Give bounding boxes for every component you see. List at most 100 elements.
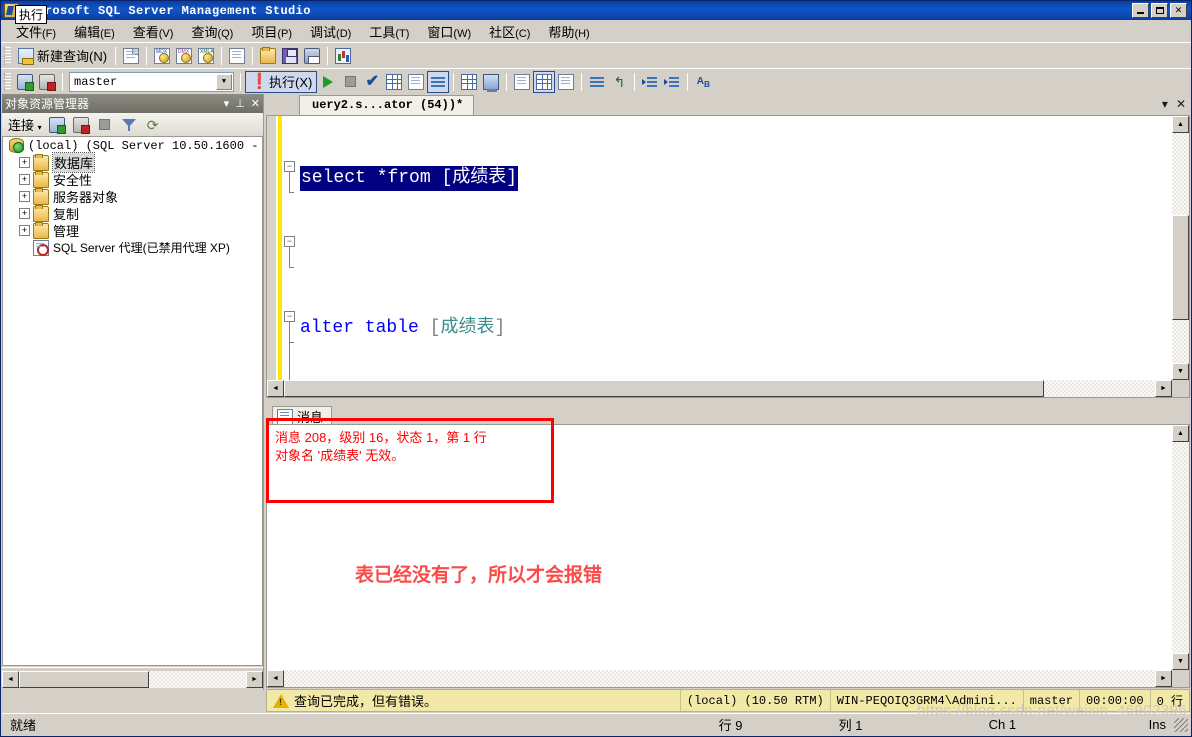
new-dmx-query-button[interactable]: DMX: [173, 45, 195, 67]
sql-code-content[interactable]: select *from [成绩表] alter table [成绩表] add…: [300, 116, 1172, 380]
close-icon[interactable]: ✕: [251, 97, 260, 110]
tree-node-sql-server-agent[interactable]: SQL Server 代理(已禁用代理 XP): [3, 239, 262, 256]
expander-icon[interactable]: +: [19, 174, 30, 185]
menu-edit[interactable]: 编辑(E): [65, 20, 124, 43]
tree-node-server-objects[interactable]: + 服务器对象: [3, 187, 262, 205]
scroll-up-button[interactable]: ▲: [1172, 116, 1189, 133]
chevron-down-icon[interactable]: ▾: [1162, 97, 1168, 111]
results-to-text-alt-button[interactable]: [511, 71, 533, 93]
comment-lines-button[interactable]: [586, 71, 608, 93]
results-to-file-button[interactable]: [555, 71, 577, 93]
new-file-button[interactable]: [226, 45, 248, 67]
tree-node-databases[interactable]: + 数据库: [3, 152, 262, 173]
tree-node-replication[interactable]: + 复制: [3, 204, 262, 222]
tree-node-security[interactable]: + 安全性: [3, 170, 262, 188]
fold-toggle-icon[interactable]: −: [284, 311, 295, 322]
expander-icon[interactable]: +: [19, 191, 30, 202]
scroll-right-button[interactable]: ►: [1155, 670, 1172, 687]
disconnect-db-button[interactable]: [70, 114, 92, 136]
tree-node-management[interactable]: + 管理: [3, 221, 262, 239]
menu-help[interactable]: 帮助(H): [539, 20, 598, 43]
expander-icon[interactable]: +: [19, 208, 30, 219]
scroll-down-button[interactable]: ▼: [1172, 363, 1189, 380]
scroll-track[interactable]: [1172, 133, 1189, 363]
scroll-up-button[interactable]: ▲: [1172, 425, 1189, 442]
tab-messages[interactable]: 消息: [272, 406, 333, 425]
include-actual-plan-button[interactable]: [458, 71, 480, 93]
scroll-left-button[interactable]: ◄: [267, 380, 284, 397]
menu-window[interactable]: 窗口(W): [418, 20, 480, 43]
query-options-button[interactable]: [405, 71, 427, 93]
open-file-button[interactable]: [257, 45, 279, 67]
chevron-down-icon[interactable]: ▼: [216, 73, 232, 90]
menu-view[interactable]: 查看(V): [124, 20, 183, 43]
scroll-right-button[interactable]: ►: [246, 670, 263, 688]
scroll-left-button[interactable]: ◄: [2, 670, 19, 688]
tree-node-server[interactable]: (local) (SQL Server 10.50.1600 - WIN-P: [3, 137, 262, 154]
database-combo[interactable]: master ▼: [69, 71, 234, 92]
fold-toggle-icon[interactable]: −: [284, 236, 295, 247]
results-to-grid-button[interactable]: [533, 70, 556, 93]
connect-button[interactable]: [14, 71, 36, 93]
connect-db-button[interactable]: [46, 114, 68, 136]
save-button[interactable]: [279, 45, 301, 67]
object-explorer-hscrollbar[interactable]: ◄ ►: [2, 667, 263, 690]
scroll-thumb[interactable]: [1172, 215, 1189, 320]
include-client-statistics-button[interactable]: [480, 71, 502, 93]
results-to-text-button[interactable]: [427, 70, 450, 93]
menu-tools[interactable]: 工具(T): [360, 20, 418, 43]
resize-grip[interactable]: [1174, 717, 1188, 732]
messages-vscrollbar[interactable]: ▲ ▼: [1172, 425, 1189, 670]
increase-indent-button[interactable]: [661, 71, 683, 93]
messages-hscrollbar[interactable]: ◄ ►: [267, 670, 1172, 687]
maximize-button[interactable]: [1151, 3, 1168, 18]
new-xmla-query-button[interactable]: XMLA: [195, 45, 217, 67]
scroll-track[interactable]: [1172, 442, 1189, 653]
menu-query[interactable]: 查询(Q): [182, 20, 242, 43]
analysis-chart-button[interactable]: [332, 45, 354, 67]
scroll-down-button[interactable]: ▼: [1172, 653, 1189, 670]
scroll-thumb[interactable]: [284, 380, 1044, 397]
scroll-track[interactable]: [284, 670, 1155, 687]
toolbar-grip[interactable]: [4, 46, 11, 65]
parse-button[interactable]: ✔: [361, 71, 383, 93]
new-blank-document-button[interactable]: [120, 45, 142, 67]
sql-editor[interactable]: − − − select *from [成绩表] alter table [成绩…: [266, 115, 1190, 398]
minimize-button[interactable]: [1132, 3, 1149, 18]
debug-button[interactable]: [317, 71, 339, 93]
stop-button[interactable]: [339, 71, 361, 93]
stop-button[interactable]: [94, 114, 116, 136]
toolbar-grip[interactable]: [4, 72, 11, 91]
filter-button[interactable]: [118, 114, 140, 136]
editor-vscrollbar[interactable]: ▲ ▼: [1172, 116, 1189, 380]
pin-icon[interactable]: ⊥: [235, 97, 245, 110]
scroll-thumb[interactable]: [19, 670, 149, 688]
close-button[interactable]: ✕: [1170, 3, 1187, 18]
new-mdx-query-button[interactable]: MDX: [151, 45, 173, 67]
messages-output[interactable]: 消息 208，级别 16，状态 1，第 1 行 对象名 '成绩表' 无效。 表已…: [266, 424, 1190, 688]
menu-community[interactable]: 社区(C): [480, 20, 539, 43]
scroll-track[interactable]: [19, 670, 246, 688]
menu-project[interactable]: 项目(P): [242, 20, 301, 43]
editor-hscrollbar[interactable]: ◄ ►: [267, 380, 1172, 397]
tab-query2[interactable]: uery2.s...ator (54))*: [299, 95, 475, 115]
expander-icon[interactable]: +: [19, 225, 30, 236]
scroll-right-button[interactable]: ►: [1155, 380, 1172, 397]
fold-toggle-icon[interactable]: −: [284, 161, 295, 172]
disconnect-button[interactable]: [36, 71, 58, 93]
connect-menu-button[interactable]: 连接 ▾: [6, 115, 44, 134]
print-button[interactable]: [301, 45, 323, 67]
refresh-button[interactable]: ⟳: [142, 114, 164, 136]
new-query-button[interactable]: 新建查询(N): [14, 45, 111, 67]
scroll-left-button[interactable]: ◄: [267, 670, 284, 687]
expander-icon[interactable]: +: [19, 157, 30, 168]
close-icon[interactable]: ✕: [1176, 97, 1186, 111]
code-folding-column[interactable]: − − −: [284, 116, 300, 380]
menu-debug[interactable]: 调试(D): [301, 20, 360, 43]
execute-button[interactable]: ❗ 执行(X): [245, 70, 318, 93]
object-explorer-tree[interactable]: (local) (SQL Server 10.50.1600 - WIN-P +…: [2, 137, 263, 666]
scroll-track[interactable]: [284, 380, 1155, 397]
sql-editor-text-surface[interactable]: − − − select *from [成绩表] alter table [成绩…: [267, 116, 1172, 380]
chevron-down-icon[interactable]: ▾: [224, 97, 230, 110]
sort-az-button[interactable]: AB: [692, 71, 714, 93]
